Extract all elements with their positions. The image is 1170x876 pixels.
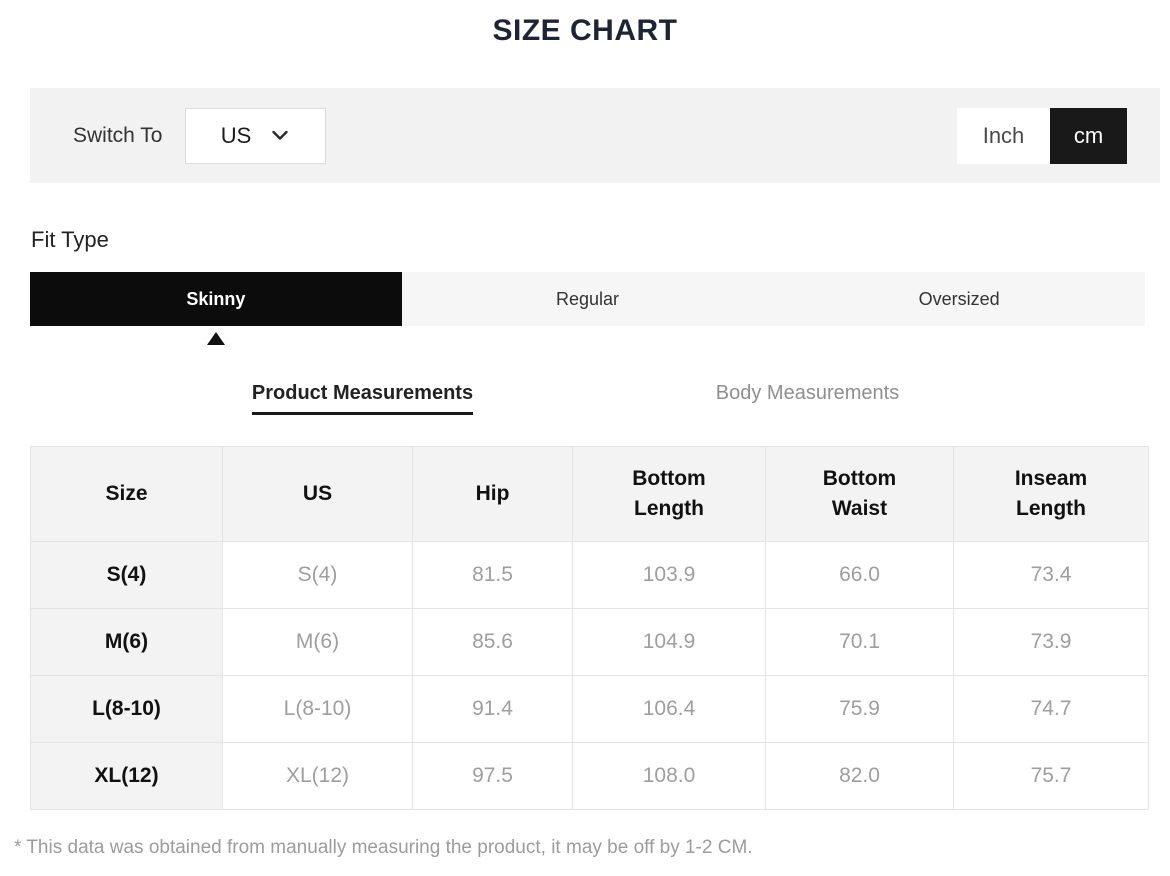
measurement-cell: XL(12) <box>222 742 413 810</box>
measurement-cell: L(8-10) <box>222 675 413 743</box>
size-row-label: L(8-10) <box>30 675 223 743</box>
measurement-cell: 75.9 <box>765 675 954 743</box>
measurement-cell: 74.7 <box>953 675 1149 743</box>
measurement-disclaimer: * This data was obtained from manually m… <box>14 837 753 858</box>
measurement-cell: S(4) <box>222 541 413 609</box>
unit-switch-bar: Switch To US Inch cm <box>30 88 1160 183</box>
column-header: Bottom Length <box>572 446 766 542</box>
unit-cm-button[interactable]: cm <box>1050 107 1127 164</box>
measurement-cell: 75.7 <box>953 742 1149 810</box>
unit-inch-button[interactable]: Inch <box>957 107 1050 164</box>
measurement-tab-slot: Product Measurements <box>140 382 585 415</box>
measurement-cell: 108.0 <box>572 742 766 810</box>
column-header: Size <box>30 446 223 542</box>
measurement-cell: 106.4 <box>572 675 766 743</box>
size-row-label: S(4) <box>30 541 223 609</box>
table-row: XL(12) XL(12) 97.5 108.0 82.0 75.7 <box>30 742 1149 810</box>
table-row: L(8-10) L(8-10) 91.4 106.4 75.9 74.7 <box>30 675 1149 743</box>
fit-tab-skinny[interactable]: Skinny <box>30 272 402 326</box>
column-header: US <box>222 446 413 542</box>
fit-type-label: Fit Type <box>31 227 109 252</box>
fit-tab-regular[interactable]: Regular <box>401 272 774 326</box>
switch-to-label: Switch To <box>73 123 163 147</box>
measurement-cell: 85.6 <box>412 608 573 676</box>
measurement-cell: 82.0 <box>765 742 954 810</box>
measurement-cell: 91.4 <box>412 675 573 743</box>
measurement-cell: 73.4 <box>953 541 1149 609</box>
size-table: Size US Hip Bottom Length Bottom Waist Inseam… <box>30 446 1149 810</box>
table-row: S(4) S(4) 81.5 103.9 66.0 73.4 <box>30 541 1149 609</box>
fit-tab-oversized[interactable]: Oversized <box>773 272 1146 326</box>
column-header: Hip <box>412 446 573 542</box>
measurement-cell: 70.1 <box>765 608 954 676</box>
country-select-value: US <box>220 122 252 148</box>
size-row-label: M(6) <box>30 608 223 676</box>
country-select[interactable]: US <box>184 107 326 164</box>
tab-body-measurements[interactable]: Body Measurements <box>716 382 899 404</box>
measurement-cell: M(6) <box>222 608 413 676</box>
measurement-tab-slot: Body Measurements <box>585 382 1030 415</box>
fit-type-tabs: Skinny Regular Oversized <box>30 272 1146 326</box>
size-chart-panel: SIZE CHART Switch To US Inch cm Fit Type… <box>0 0 1170 876</box>
table-row: M(6) M(6) 85.6 104.9 70.1 73.9 <box>30 608 1149 676</box>
measurement-cell: 66.0 <box>765 541 954 609</box>
selected-tab-indicator <box>206 332 225 345</box>
column-header: Inseam Length <box>953 446 1149 542</box>
size-row-label: XL(12) <box>30 742 223 810</box>
page-title: SIZE CHART <box>492 14 678 47</box>
measurement-cell: 81.5 <box>412 541 573 609</box>
unit-toggle: Inch cm <box>957 107 1127 164</box>
measurement-cell: 103.9 <box>572 541 766 609</box>
table-header-row: Size US Hip Bottom Length Bottom Waist Inseam… <box>30 446 1149 542</box>
column-header: Bottom Waist <box>765 446 954 542</box>
measurement-cell: 73.9 <box>953 608 1149 676</box>
measurement-cell: 104.9 <box>572 608 766 676</box>
tab-product-measurements[interactable]: Product Measurements <box>251 382 474 415</box>
chevron-down-icon <box>271 130 289 141</box>
measurement-tabs: Product Measurements Body Measurements <box>140 382 1030 415</box>
measurement-cell: 97.5 <box>412 742 573 810</box>
